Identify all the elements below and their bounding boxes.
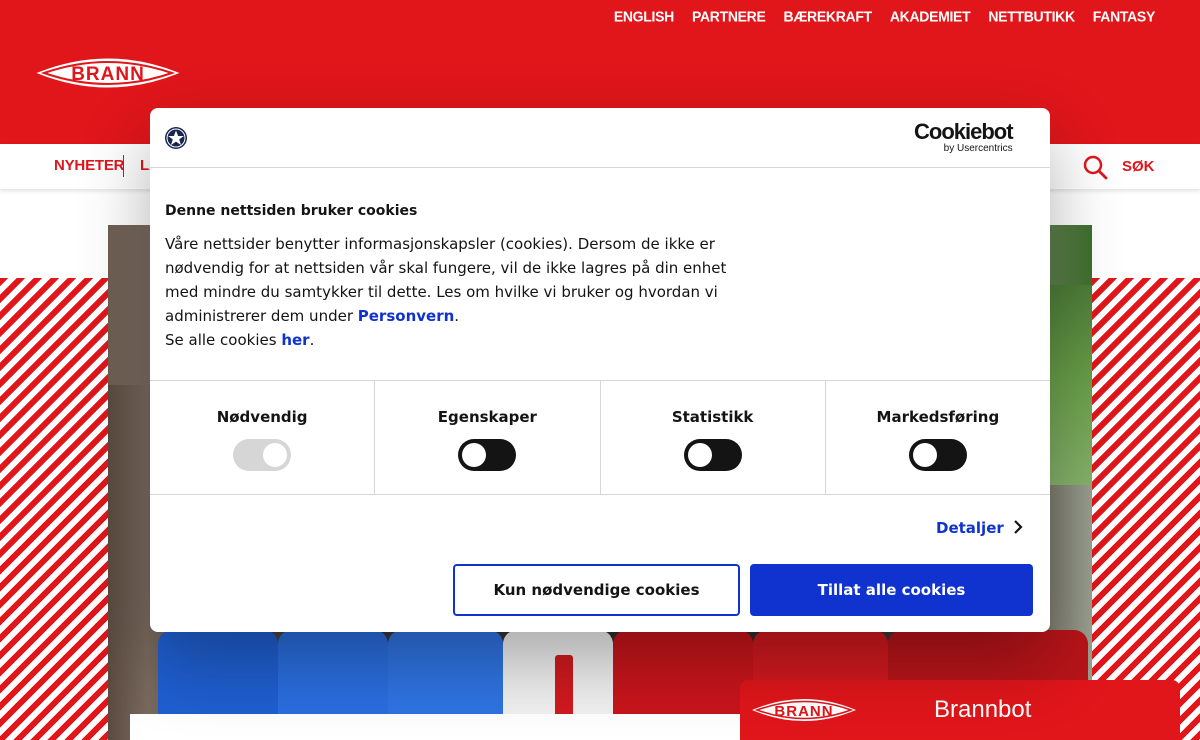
cookie-consent-dialog: Cookiebot by Usercentrics Denne nettside… (150, 108, 1050, 632)
chatbot-logo-text: BRANN (774, 703, 833, 720)
nav-item-nyheter[interactable]: NYHETER (54, 157, 124, 174)
category-label: Statistikk (671, 408, 754, 426)
category-preferences: Egenskaper (375, 381, 601, 494)
details-link[interactable]: Detaljer (936, 519, 1004, 537)
top-link-partnere[interactable]: PARTNERE (692, 7, 766, 24)
category-label: Egenskaper (437, 408, 537, 426)
cookiebot-sub: by Usercentrics (943, 143, 1013, 154)
category-label: Nødvendig (216, 408, 308, 426)
body-text-end: . (454, 307, 460, 325)
category-label: Markedsføring (876, 408, 1000, 426)
category-marketing: Markedsføring (826, 381, 1050, 494)
logo-text: BRANN (71, 64, 145, 85)
toggle-marketing[interactable] (908, 439, 967, 471)
club-star-icon (165, 127, 187, 149)
allow-all-button[interactable]: Tillat alle cookies (750, 564, 1033, 616)
cookiebot-logo[interactable]: Cookiebot by Usercentrics (914, 119, 1014, 155)
hero-card (130, 714, 740, 740)
dialog-header: Cookiebot by Usercentrics (150, 108, 1050, 168)
top-links: ENGLISH PARTNERE BÆREKRAFT AKADEMIET NET… (614, 7, 1156, 24)
category-necessary: Nødvendig (150, 381, 376, 494)
search-icon[interactable] (1082, 154, 1108, 180)
necessary-only-button[interactable]: Kun nødvendige cookies (453, 564, 740, 616)
top-link-akademiet[interactable]: AKADEMIET (890, 7, 971, 24)
stripe-pattern-right (1092, 278, 1200, 740)
nav-divider (123, 155, 124, 177)
top-link-baerekraft[interactable]: BÆREKRAFT (784, 7, 873, 24)
top-link-english[interactable]: ENGLISH (614, 7, 674, 24)
toggle-statistics[interactable] (683, 439, 742, 471)
chatbot-logo: BRANN (752, 699, 856, 721)
top-link-fantasy[interactable]: FANTASY (1093, 7, 1156, 24)
search-label[interactable]: SØK (1122, 158, 1155, 175)
toggle-preferences[interactable] (458, 439, 517, 471)
category-statistics: Statistikk (601, 381, 826, 494)
chevron-right-icon[interactable] (1011, 518, 1025, 536)
top-link-nettbutikk[interactable]: NETTBUTIKK (988, 7, 1075, 24)
cookiebot-name: Cookiebot (914, 119, 1014, 144)
stripe-pattern-left (0, 278, 108, 740)
chatbot-title: Brannbot (934, 696, 1032, 723)
dialog-body: Våre nettsider benytter informasjonskaps… (165, 232, 755, 352)
see-all-link[interactable]: her (281, 331, 309, 349)
privacy-link[interactable]: Personvern (358, 307, 455, 325)
see-all-end: . (309, 331, 315, 349)
chatbot-widget[interactable]: BRANN Brannbot (740, 680, 1180, 740)
brann-logo[interactable]: BRANN (36, 53, 180, 93)
toggle-necessary (233, 439, 292, 471)
consent-categories: Nødvendig Egenskaper Statistikk Markedsf… (150, 380, 1050, 495)
see-all-text: Se alle cookies (165, 331, 282, 349)
dialog-title: Denne nettsiden bruker cookies (165, 203, 418, 219)
